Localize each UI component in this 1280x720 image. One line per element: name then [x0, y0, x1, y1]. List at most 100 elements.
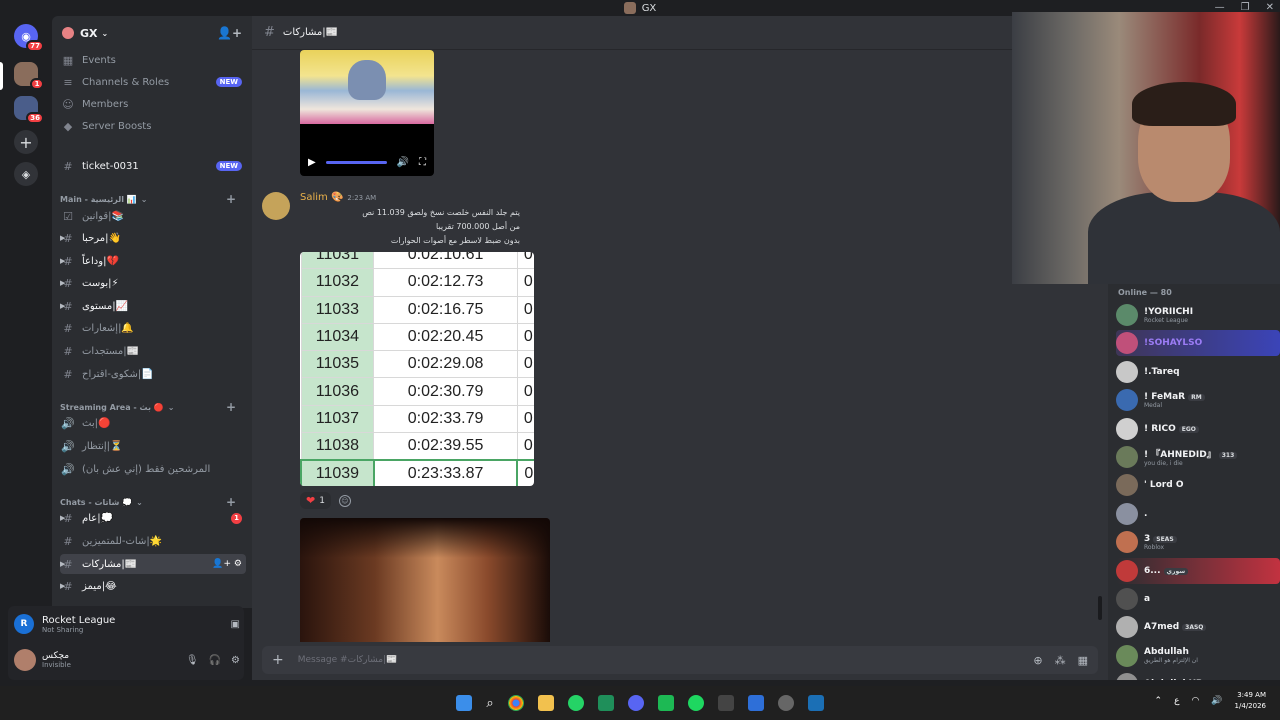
member-item[interactable]: ! FeMaR RM Medal [1116, 387, 1280, 413]
channel-sidebar: GX ⌄ 👤+ ▦ Events ≡ Channels & Roles NEW ☺ Me… [52, 16, 252, 608]
add-channel-icon[interactable]: + [226, 495, 236, 509]
activity-status[interactable]: R Rocket League Not Sharing ▣ [14, 610, 240, 638]
discord-icon[interactable] [627, 695, 644, 711]
add-server-icon[interactable]: + [14, 130, 38, 154]
heart-reaction[interactable]: ❤ 1 [300, 492, 331, 509]
voice-channel-item[interactable]: 🔊 إنتظار|⏳ [60, 436, 246, 456]
channel-item[interactable]: ▶ # وداعاً|💔 [60, 251, 246, 271]
channel-item[interactable]: ▶ # مستوى|📈 [60, 296, 246, 316]
message-composer[interactable]: + Message #مشاركات|📰 ⊕ ⁂ ▦ [262, 646, 1098, 674]
progress-bar[interactable] [325, 161, 387, 164]
sidebar-item-label: Server Boosts [82, 120, 152, 132]
sidebar-item-ticket[interactable]: # ticket-0031 NEW [60, 156, 246, 176]
webcam-hair [1132, 82, 1236, 126]
member-name: a [1144, 594, 1151, 604]
category-main[interactable]: Main - الرئيسية 📊 ⌄ + [60, 192, 246, 206]
member-item[interactable]: Abdullah ان الإلتزام هو الطريق [1116, 643, 1280, 669]
member-item[interactable]: !.Tareq [1116, 359, 1280, 385]
channel-item[interactable]: ▶ # ميمز|😂 [60, 576, 246, 596]
server-gx-icon[interactable]: 1 [14, 62, 44, 90]
screen-share-icon[interactable]: ▣ [231, 619, 240, 630]
image-attachment[interactable] [300, 518, 550, 642]
channel-label: بث|🔴 [82, 417, 111, 429]
settings-icon[interactable]: 👤+ ⚙ [212, 559, 242, 569]
apps-icon[interactable]: ⁂ [1055, 654, 1066, 667]
chrome-icon[interactable] [507, 695, 524, 711]
message-author[interactable]: Salim 🎨 [300, 192, 343, 203]
sidebar-item-events[interactable]: ▦ Events [60, 50, 246, 70]
language-indicator[interactable]: ع [1174, 696, 1179, 706]
video-attachment[interactable]: ▶ 🔊 ⛶ [300, 50, 434, 176]
member-item[interactable]: !SOHAYLSO [1116, 330, 1280, 357]
tray-chevron-icon[interactable]: ⌃ [1155, 696, 1163, 706]
collapse-arrow-icon: ▶ [60, 582, 66, 590]
member-item[interactable]: a [1116, 586, 1280, 612]
headphones-icon[interactable]: 🎧 [209, 655, 221, 666]
avatar[interactable] [14, 649, 36, 671]
category-streaming[interactable]: Streaming Area - بث 🔴 ⌄ + [60, 400, 246, 414]
channel-item[interactable]: # شكوى-اقتراح|📄 [60, 364, 246, 384]
sheet-row: 110340:02:20.450:0 [300, 322, 534, 352]
sidebar-item-members[interactable]: ☺ Members [60, 94, 246, 114]
volume-icon[interactable]: 🔊 [397, 157, 409, 168]
sidebar-item-channels-roles[interactable]: ≡ Channels & Roles NEW [60, 72, 246, 92]
server-folder-icon[interactable]: 36 [14, 96, 44, 124]
attach-plus-icon[interactable]: + [272, 652, 284, 668]
sheet-cell: 0:02:20.45 [373, 322, 518, 352]
member-item[interactable]: 6... سوري [1116, 557, 1280, 584]
member-item[interactable]: ! RICO EGO [1116, 416, 1280, 442]
voice-channel-item[interactable]: 🔊 بث|🔴 [60, 413, 246, 433]
channel-item[interactable]: ▶ # عام|💭 1 [60, 508, 246, 528]
member-item[interactable]: ' Lord O [1116, 472, 1280, 498]
valorant-shield-icon[interactable] [747, 695, 764, 711]
obs-icon[interactable] [777, 695, 794, 711]
add-reaction-icon[interactable]: ☺ [338, 494, 351, 507]
add-channel-icon[interactable]: + [226, 192, 236, 206]
start-icon[interactable] [456, 695, 473, 711]
gift-icon[interactable]: ⊕ [1033, 654, 1042, 667]
channel-item[interactable]: # إشعارات|🔔 [60, 318, 246, 338]
clock[interactable]: 3:49 AM 1/4/2026 [1235, 690, 1266, 712]
member-item[interactable]: ! 『AHNEDID』 313 you die, i die [1116, 444, 1280, 470]
guild-header[interactable]: GX ⌄ 👤+ [52, 16, 252, 50]
member-item[interactable]: 3 SEAS Roblox [1116, 529, 1280, 555]
invite-icon[interactable]: 👤+ [217, 26, 242, 40]
channel-label: إنتظار|⏳ [82, 440, 123, 452]
search-icon[interactable]: ⌕ [486, 696, 493, 711]
spotify-icon[interactable] [687, 695, 704, 711]
avatar[interactable] [262, 192, 290, 220]
channel-item[interactable]: ▶ # مرحبا|👋 [60, 228, 246, 248]
member-item[interactable]: !YORIICHI Rocket League [1116, 302, 1280, 328]
gear-icon[interactable]: ⚙ [231, 655, 240, 666]
channel-item[interactable]: # مستجدات|📰 [60, 341, 246, 361]
add-channel-icon[interactable]: + [226, 400, 236, 414]
member-activity: you die, i die [1144, 460, 1183, 467]
channel-item[interactable]: ☑ قوانين|📚 [60, 206, 246, 226]
app-icon[interactable] [597, 695, 614, 711]
sheet-cell: 0:02:39.55 [373, 432, 518, 461]
volume-icon[interactable]: 🔊 [1211, 696, 1222, 706]
chat-app-icon[interactable] [657, 695, 674, 711]
play-icon[interactable]: ▶ [308, 157, 316, 168]
scrollbar[interactable] [1098, 596, 1102, 620]
channel-item[interactable]: ▶ # بوست|⚡ [60, 273, 246, 293]
steam-icon[interactable] [807, 695, 824, 711]
category-chats[interactable]: Chats - شاتات 💭 ⌄ + [60, 495, 246, 509]
voice-channel-item[interactable]: 🔊 المرشحين فقط (إني عش بان) [60, 459, 246, 479]
microphone-icon[interactable]: 🎙 [186, 655, 199, 666]
sticker-icon[interactable]: ▦ [1078, 654, 1088, 667]
sidebar-item-server-boosts[interactable]: ◆ Server Boosts [60, 116, 246, 136]
member-item[interactable]: AbdullahXP [1116, 671, 1280, 680]
discord-home-icon[interactable]: ◉ 77 [14, 24, 44, 52]
fullscreen-icon[interactable]: ⛶ [419, 157, 426, 168]
discover-icon[interactable]: ◈ [14, 162, 38, 186]
spreadsheet-image[interactable]: 110310:02:10.610:0110320:02:12.730:01103… [300, 252, 534, 486]
member-item[interactable]: A7med 3ASQ [1116, 614, 1280, 640]
whatsapp-icon[interactable] [567, 695, 584, 711]
wifi-icon[interactable]: ◠ [1191, 696, 1199, 706]
channel-item[interactable]: # شات-للمتميزين|🌟 [60, 531, 246, 551]
file-explorer-icon[interactable] [537, 695, 554, 711]
capcut-icon[interactable] [717, 695, 734, 711]
member-item[interactable]: . [1116, 501, 1280, 527]
channel-item-selected[interactable]: ▶ # مشاركات|📰 👤+ ⚙ [60, 554, 246, 574]
